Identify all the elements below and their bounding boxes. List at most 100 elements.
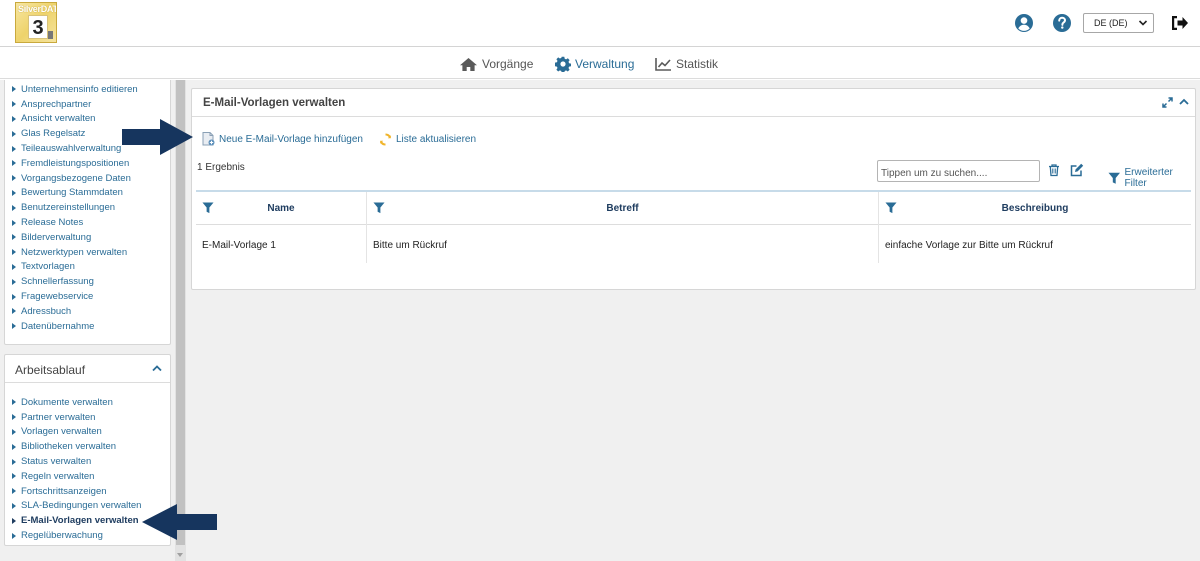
caret-right-icon bbox=[12, 293, 16, 300]
caret-right-icon bbox=[12, 517, 16, 524]
sidebar-item-label: Glas Regelsatz bbox=[21, 128, 86, 140]
top-bar: SilverDAT 3 DE (DE) bbox=[0, 0, 1200, 47]
search-input[interactable] bbox=[877, 160, 1040, 182]
caret-right-icon bbox=[12, 234, 16, 241]
scroll-down-arrow-icon[interactable] bbox=[177, 553, 183, 557]
advanced-filter-button[interactable]: Erweiterter Filter bbox=[1108, 167, 1195, 189]
sidebar-item[interactable]: Fortschrittsanzeigen bbox=[5, 484, 170, 499]
sidebar-item[interactable]: Schnellerfassung bbox=[5, 274, 170, 289]
column-header-description[interactable]: Beschreibung bbox=[879, 192, 1191, 225]
sidebar-item[interactable]: Textvorlagen bbox=[5, 260, 170, 275]
table-row[interactable]: E-Mail-Vorlage 1 Bitte um Rückruf einfac… bbox=[196, 225, 1191, 263]
caret-right-icon bbox=[12, 145, 16, 152]
sidebar-item[interactable]: Ansprechpartner bbox=[5, 97, 170, 112]
logout-icon[interactable] bbox=[1170, 14, 1189, 32]
sidebar-item[interactable]: Dokumente verwalten bbox=[5, 395, 170, 410]
refresh-icon bbox=[379, 132, 392, 146]
add-template-label: Neue E-Mail-Vorlage hinzufügen bbox=[219, 133, 363, 145]
caret-right-icon bbox=[12, 414, 16, 421]
caret-right-icon bbox=[12, 502, 16, 509]
sidebar-item-label: Teileauswahlverwaltung bbox=[21, 143, 122, 155]
sidebar-item[interactable]: Fremdleistungspositionen bbox=[5, 156, 170, 171]
add-email-template-button[interactable]: Neue E-Mail-Vorlage hinzufügen bbox=[202, 132, 363, 146]
sidebar-item[interactable]: Regeln verwalten bbox=[5, 469, 170, 484]
sidebar-item-label: E-Mail-Vorlagen verwalten bbox=[21, 515, 139, 527]
sidebar-item-label: Vorlagen verwalten bbox=[21, 426, 102, 438]
chevron-up-icon[interactable] bbox=[1179, 97, 1189, 107]
email-templates-panel: E-Mail-Vorlagen verwalten Neue E-Mail-Vo… bbox=[191, 88, 1196, 290]
table-header: Name Betreff Beschreibung bbox=[196, 192, 1191, 225]
workflow-header[interactable]: Arbeitsablauf bbox=[5, 355, 170, 383]
sidebar-item-label: Dokumente verwalten bbox=[21, 396, 113, 408]
logo-corner-mark bbox=[48, 31, 53, 39]
sidebar-item[interactable]: Unternehmensinfo editieren bbox=[5, 82, 170, 97]
refresh-label: Liste aktualisieren bbox=[395, 133, 477, 145]
sidebar-item[interactable]: Vorlagen verwalten bbox=[5, 425, 170, 440]
annotation-arrow-icon bbox=[142, 504, 217, 540]
sidebar-item[interactable]: Partner verwalten bbox=[5, 410, 170, 425]
sidebar-item[interactable]: Bewertung Stammdaten bbox=[5, 186, 170, 201]
gear-icon bbox=[555, 56, 571, 72]
sidebar-item[interactable]: Fragewebservice bbox=[5, 289, 170, 304]
sidebar-item-label: Textvorlagen bbox=[21, 261, 75, 273]
add-document-icon bbox=[202, 132, 215, 146]
chevron-down-icon bbox=[1138, 20, 1148, 26]
sidebar-item[interactable]: Netzwerktypen verwalten bbox=[5, 245, 170, 260]
caret-right-icon bbox=[12, 428, 16, 435]
nav-tab-verwaltung[interactable]: Verwaltung bbox=[555, 55, 634, 73]
sidebar-item-label: Partner verwalten bbox=[21, 411, 96, 423]
sidebar-item-label: Regeln verwalten bbox=[21, 470, 95, 482]
sidebar-item-label: Schnellerfassung bbox=[21, 276, 94, 288]
sidebar-item-label: Regelüberwachung bbox=[21, 530, 103, 542]
sidebar-item-label: Bilderverwaltung bbox=[21, 231, 92, 243]
caret-right-icon bbox=[12, 278, 16, 285]
nav-tab-statistik[interactable]: Statistik bbox=[655, 55, 718, 73]
sidebar-item[interactable]: Bilderverwaltung bbox=[5, 230, 170, 245]
sidebar-item[interactable]: Vorgangsbezogene Daten bbox=[5, 171, 170, 186]
caret-right-icon bbox=[12, 443, 16, 450]
sidebar-item[interactable]: Bibliotheken verwalten bbox=[5, 439, 170, 454]
column-label: Beschreibung bbox=[1001, 203, 1069, 214]
sidebar-item[interactable]: Adressbuch bbox=[5, 304, 170, 319]
edit-icon[interactable] bbox=[1070, 163, 1084, 177]
sidebar-item[interactable]: Benutzereinstellungen bbox=[5, 200, 170, 215]
caret-right-icon bbox=[12, 308, 16, 315]
caret-right-icon bbox=[12, 488, 16, 495]
panel-title: E-Mail-Vorlagen verwalten bbox=[203, 97, 346, 109]
column-header-name[interactable]: Name bbox=[196, 192, 367, 225]
caret-right-icon bbox=[12, 101, 16, 108]
trash-icon[interactable] bbox=[1047, 163, 1061, 177]
sidebar-item-label: Netzwerktypen verwalten bbox=[21, 246, 128, 258]
sidebar-item-label: Bewertung Stammdaten bbox=[21, 187, 123, 199]
help-icon[interactable] bbox=[1052, 13, 1072, 33]
home-icon bbox=[460, 57, 477, 71]
caret-right-icon bbox=[12, 473, 16, 480]
sidebar-item[interactable]: Release Notes bbox=[5, 215, 170, 230]
line-chart-icon bbox=[655, 58, 671, 71]
caret-right-icon bbox=[12, 115, 16, 122]
nav-tab-label: Vorgänge bbox=[482, 57, 534, 71]
expand-icon[interactable] bbox=[1162, 97, 1173, 108]
refresh-list-button[interactable]: Liste aktualisieren bbox=[379, 132, 477, 146]
workflow-title: Arbeitsablauf bbox=[15, 363, 86, 377]
caret-right-icon bbox=[12, 204, 16, 211]
sidebar-item[interactable]: Datenübernahme bbox=[5, 319, 170, 334]
caret-right-icon bbox=[12, 130, 16, 137]
sidebar-item-label: Status verwalten bbox=[21, 456, 92, 468]
caret-right-icon bbox=[12, 263, 16, 270]
silverdat-logo[interactable]: SilverDAT 3 bbox=[15, 2, 57, 43]
nav-tab-vorgaenge[interactable]: Vorgänge bbox=[459, 55, 533, 73]
caret-right-icon bbox=[12, 189, 16, 196]
nav-tab-label: Statistik bbox=[676, 57, 719, 71]
content-area: E-Mail-Vorlagen verwalten Neue E-Mail-Vo… bbox=[186, 80, 1200, 561]
caret-right-icon bbox=[12, 160, 16, 167]
cell-subject: Bitte um Rückruf bbox=[367, 225, 879, 263]
language-select[interactable]: DE (DE) bbox=[1083, 13, 1154, 33]
chevron-up-icon[interactable] bbox=[152, 364, 162, 372]
column-label: Name bbox=[267, 203, 295, 214]
user-icon[interactable] bbox=[1014, 13, 1034, 33]
sidebar-item[interactable]: Status verwalten bbox=[5, 454, 170, 469]
caret-right-icon bbox=[12, 532, 16, 539]
column-header-subject[interactable]: Betreff bbox=[367, 192, 879, 225]
templates-table: Name Betreff Beschreibung E-Mail-Vorlage… bbox=[196, 190, 1191, 263]
